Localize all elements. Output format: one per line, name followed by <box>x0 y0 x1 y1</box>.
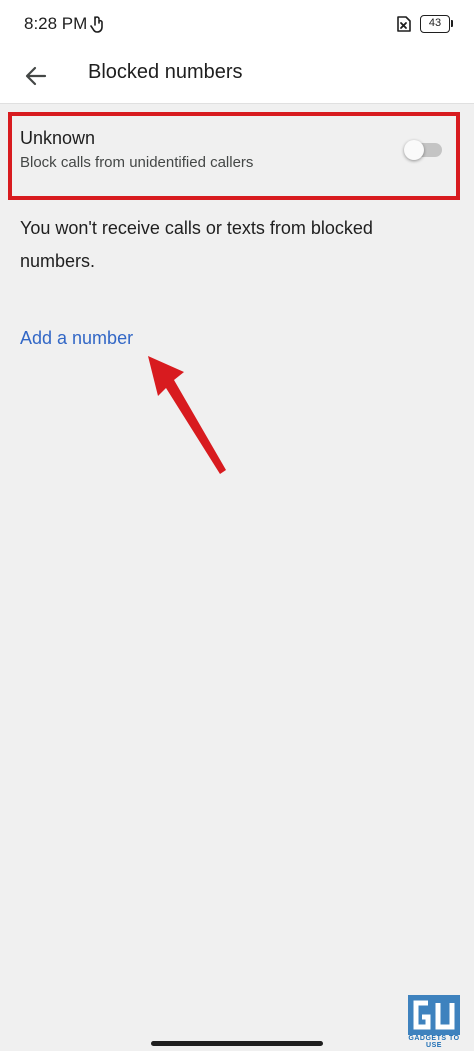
gadgets-to-use-logo <box>408 995 460 1035</box>
sim-blocked-icon <box>394 15 412 33</box>
unknown-setting-subtitle: Block calls from unidentified callers <box>20 154 254 171</box>
hand-gesture-icon <box>90 15 104 33</box>
page-title: Blocked numbers <box>88 61 243 83</box>
unknown-callers-setting[interactable]: Unknown Block calls from unidentified ca… <box>12 116 456 196</box>
status-icons: 43 <box>394 15 453 33</box>
status-time: 8:28 PM <box>24 14 88 33</box>
unknown-callers-toggle[interactable] <box>404 140 442 160</box>
status-bar: 8:28 PM 43 <box>0 0 474 48</box>
add-number-link[interactable]: Add a number <box>20 328 133 349</box>
arrow-back-icon <box>25 66 47 86</box>
red-arrow-annotation <box>148 356 226 474</box>
watermark: GADGETS TO USE <box>404 995 464 1051</box>
unknown-setting-title: Unknown <box>20 128 96 148</box>
navigation-handle[interactable] <box>151 1041 323 1046</box>
back-button[interactable] <box>14 54 58 98</box>
app-bar: Blocked numbers <box>0 48 474 104</box>
toggle-thumb <box>404 140 424 160</box>
battery-icon: 43 <box>420 15 453 33</box>
blocked-info-text: You won't receive calls or texts from bl… <box>20 218 373 271</box>
watermark-text: GADGETS TO USE <box>408 1035 460 1049</box>
